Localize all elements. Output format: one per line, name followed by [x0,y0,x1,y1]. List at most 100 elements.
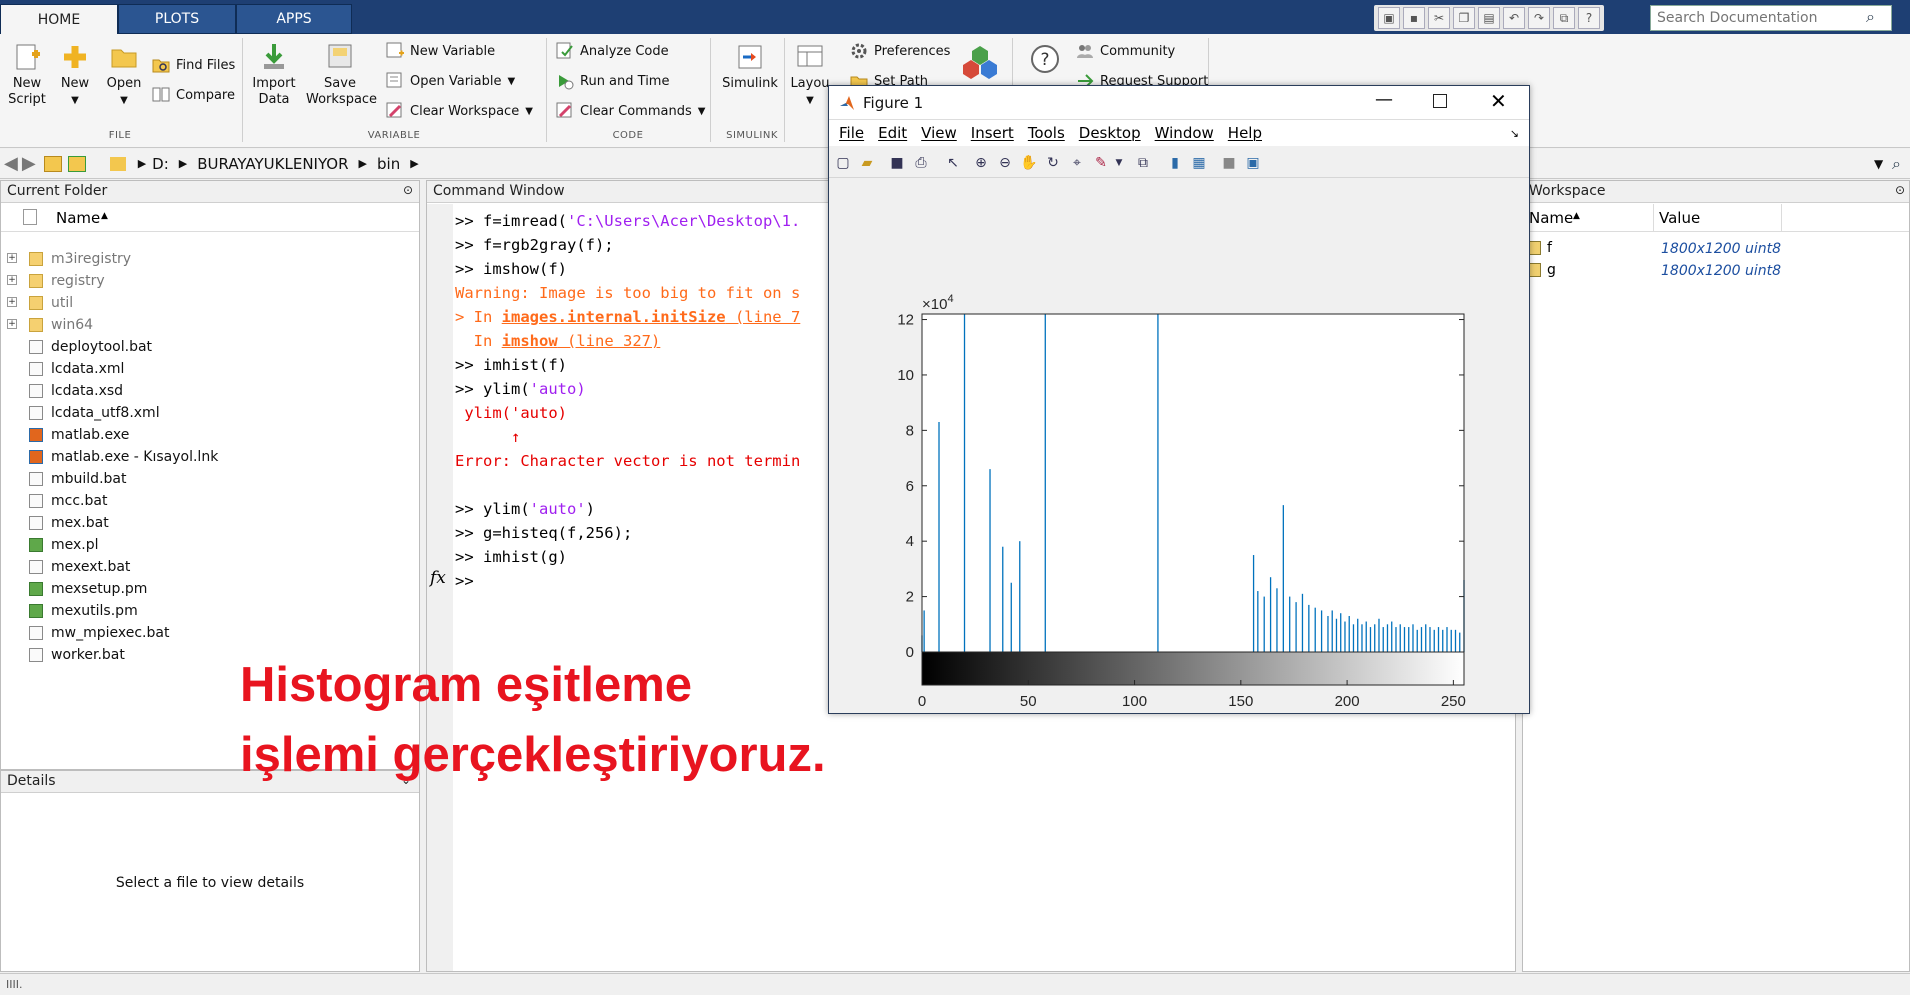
import-data-button[interactable]: Import Data [252,42,296,108]
new-script-button[interactable]: New Script [8,42,46,108]
forward-icon[interactable]: ▶ [22,153,36,174]
file-item[interactable]: lcdata.xsd [1,380,419,402]
file-item[interactable]: mbuild.bat [1,468,419,490]
function-browser-icon[interactable]: fx [430,568,446,588]
file-item[interactable]: lcdata_utf8.xml [1,402,419,424]
print-icon[interactable]: ⎙ [911,153,931,173]
name-column-header[interactable]: Name [1529,209,1573,227]
pan-icon[interactable]: ✋ [1019,153,1039,173]
expand-icon[interactable]: + [7,253,17,263]
search-documentation-input[interactable] [1650,5,1892,31]
file-item[interactable]: matlab.exe - Kısayol.lnk [1,446,419,468]
save-icon[interactable]: ▪ [1403,7,1425,29]
new-button[interactable]: New ▼ [56,42,94,109]
expand-icon[interactable]: + [7,275,17,285]
stack-link[interactable]: imshow [502,332,558,350]
community-button[interactable]: Community [1076,42,1175,60]
menu-view[interactable]: View [921,124,957,142]
new-variable-button[interactable]: New Variable [386,42,495,60]
simulink-button[interactable]: Simulink [718,42,782,92]
search-icon[interactable]: ⌕ [1866,7,1886,27]
breadcrumb-folder[interactable]: bin [377,155,400,173]
file-item[interactable]: mex.bat [1,512,419,534]
breadcrumb-folder[interactable]: BURAYAYUKLENIYOR [197,155,348,173]
file-item[interactable]: deploytool.bat [1,336,419,358]
file-item[interactable]: matlab.exe [1,424,419,446]
histogram-chart[interactable]: 0 2 4 6 8 10 12 0 50 100 150 200 250 ×104 [829,178,1529,714]
menu-window[interactable]: Window [1155,124,1214,142]
copy-icon[interactable]: ❐ [1453,7,1475,29]
paste-icon[interactable]: ▤ [1478,7,1500,29]
folder-item[interactable]: + registry [1,270,419,292]
panel-menu-icon[interactable]: ⊙ [403,183,413,197]
figure-title-bar[interactable]: Figure 1 — ✕ [829,86,1529,120]
redo-icon[interactable]: ↷ [1528,7,1550,29]
tab-apps[interactable]: APPS [236,4,352,34]
folder-item[interactable]: + m3iregistry [1,248,419,270]
show-plot-tools-icon[interactable]: ▣ [1243,153,1263,173]
edit-plot-icon[interactable]: ↖ [943,153,963,173]
analyze-code-button[interactable]: Analyze Code [556,42,669,60]
expand-icon[interactable]: + [7,319,17,329]
file-item[interactable]: mex.pl [1,534,419,556]
file-item[interactable]: mexutils.pm [1,600,419,622]
maximize-icon[interactable] [1433,94,1447,108]
compare-button[interactable]: Compare [152,86,235,104]
layout-button[interactable]: Layou ▼ [790,42,830,109]
menu-insert[interactable]: Insert [971,124,1014,142]
colorbar-icon[interactable]: ▮ [1165,153,1185,173]
menu-desktop[interactable]: Desktop [1079,124,1141,142]
folder-column-header[interactable]: Name ▲ [1,204,419,232]
folder-item[interactable]: + util [1,292,419,314]
save-workspace-button[interactable]: Save Workspace [306,42,377,108]
workspace-variable-row[interactable]: f 1800x1200 uint8 [1523,238,1909,260]
figure-window[interactable]: Figure 1 — ✕ File Edit View Insert Tools… [828,85,1530,714]
menu-help[interactable]: Help [1228,124,1262,142]
file-item[interactable]: lcdata.xml [1,358,419,380]
command-prompt[interactable]: >> [455,569,474,593]
file-item[interactable]: mcc.bat [1,490,419,512]
breadcrumb-drive[interactable]: D: [152,155,169,173]
close-icon[interactable]: ✕ [1490,89,1507,113]
menu-edit[interactable]: Edit [878,124,907,142]
save-figure-icon[interactable]: ■ [887,153,907,173]
open-variable-button[interactable]: Open Variable ▼ [386,72,515,90]
dock-arrow-icon[interactable]: ↘ [1510,127,1519,140]
run-and-time-button[interactable]: Run and Time [556,72,669,90]
add-ons-icon[interactable] [962,44,998,80]
search-folder-icon[interactable]: ⌕ [1892,154,1901,174]
help-icon[interactable]: ? [1030,44,1060,74]
workspace-variable-row[interactable]: g 1800x1200 uint8 [1523,260,1909,282]
back-icon[interactable]: ◀ [4,153,18,174]
help-icon[interactable]: ? [1578,7,1600,29]
file-item[interactable]: mw_mpiexec.bat [1,622,419,644]
value-column-header[interactable]: Value [1659,209,1700,227]
tab-home[interactable]: HOME [0,4,118,35]
menu-file[interactable]: File [839,124,864,142]
switch-windows-icon[interactable]: ⧉ [1553,7,1575,29]
hide-plot-tools-icon[interactable]: ■ [1219,153,1239,173]
cut-icon[interactable]: ✂ [1428,7,1450,29]
panel-menu-icon[interactable]: ⊙ [1895,183,1905,197]
rotate-3d-icon[interactable]: ↻ [1043,153,1063,173]
zoom-out-icon[interactable]: ⊖ [995,153,1015,173]
brush-icon[interactable]: ✎ [1091,153,1111,173]
legend-icon[interactable]: ▦ [1189,153,1209,173]
chevron-down-icon[interactable]: ▼ [1109,153,1129,173]
up-folder-icon[interactable] [43,155,62,172]
help-search-icon[interactable]: ▣ [1378,7,1400,29]
open-file-icon[interactable]: ▰ [857,153,877,173]
new-figure-icon[interactable]: ▢ [833,153,853,173]
expand-icon[interactable]: + [7,297,17,307]
folder-item[interactable]: + win64 [1,314,419,336]
clear-commands-button[interactable]: Clear Commands ▼ [556,102,705,120]
zoom-in-icon[interactable]: ⊕ [971,153,991,173]
link-plot-icon[interactable]: ⧉ [1133,153,1153,173]
browse-folder-icon[interactable] [67,155,86,172]
address-dropdown-icon[interactable]: ▼ [1874,157,1883,171]
preferences-button[interactable]: Preferences [850,42,950,60]
tab-plots[interactable]: PLOTS [118,4,236,34]
menu-tools[interactable]: Tools [1028,124,1065,142]
stack-link[interactable]: images.internal.initSize [502,308,726,326]
find-files-button[interactable]: Find Files [152,56,235,74]
